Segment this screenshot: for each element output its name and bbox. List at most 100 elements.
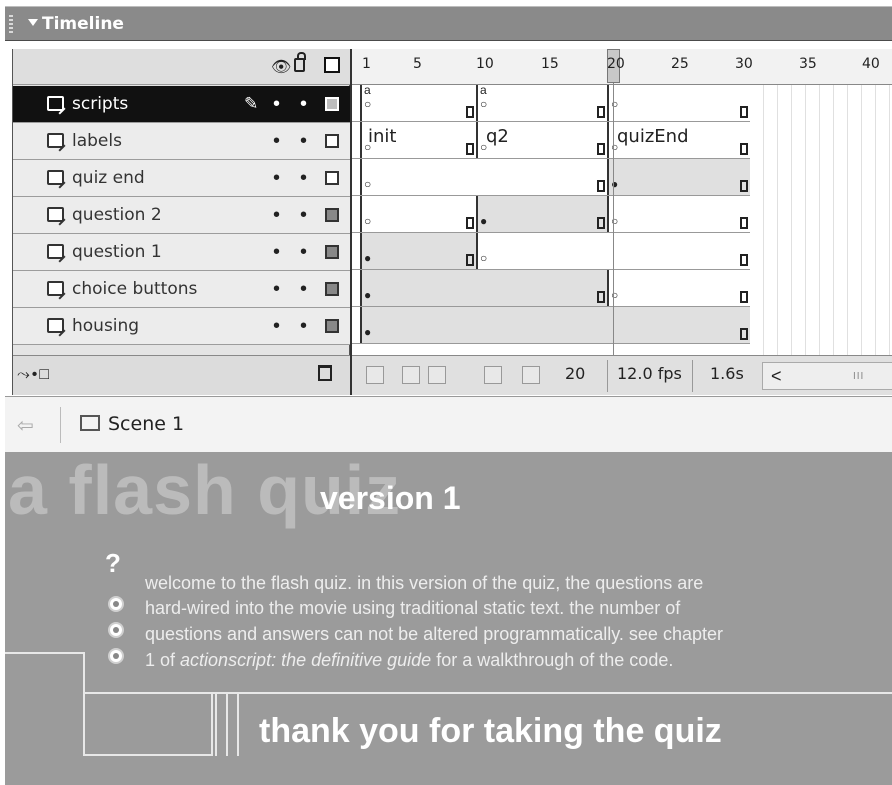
visibility-dot[interactable]: • xyxy=(273,278,280,301)
visibility-dot[interactable]: • xyxy=(273,204,280,227)
visibility-dot[interactable]: • xyxy=(273,93,280,116)
visibility-dot[interactable]: • xyxy=(273,241,280,264)
frame-label-quizend: quizEnd xyxy=(617,126,689,147)
layer-name: choice buttons xyxy=(72,279,198,299)
center-frame-icon[interactable] xyxy=(366,366,384,384)
visibility-dot[interactable]: • xyxy=(273,130,280,153)
lock-icon[interactable] xyxy=(294,52,306,72)
layer-name: labels xyxy=(72,131,122,151)
keyframe-filled: ● xyxy=(364,325,372,339)
keyframe-empty: ○ xyxy=(480,251,488,265)
frame-span[interactable]: ● xyxy=(360,233,476,269)
frame-span[interactable]: ○ xyxy=(360,159,607,195)
radio-button[interactable] xyxy=(108,596,124,612)
end-frame-marker xyxy=(466,254,474,266)
keyframe-empty: ○ xyxy=(364,177,372,191)
frame-label-q2: q2 xyxy=(486,126,509,147)
collapse-arrow-icon[interactable] xyxy=(28,19,38,26)
outline-toggle[interactable] xyxy=(325,97,339,111)
visibility-dot[interactable]: • xyxy=(273,167,280,190)
add-layer-icon[interactable]: ⤳•□ xyxy=(17,366,51,384)
keyframe-filled: ● xyxy=(364,288,372,302)
layer-row-question-1[interactable]: question 1 • • xyxy=(13,234,351,271)
scene-bar: ⇦ Scene 1 xyxy=(5,396,892,452)
layer-row-scripts[interactable]: scripts ✎ • • xyxy=(13,86,351,123)
end-frame-marker xyxy=(740,254,748,266)
onion-skin-outlines-icon[interactable] xyxy=(428,366,446,384)
outline-toggle[interactable] xyxy=(325,245,339,259)
lock-dot[interactable]: • xyxy=(300,167,307,190)
outline-toggle[interactable] xyxy=(325,282,339,296)
empty-frames-grid[interactable] xyxy=(750,85,892,357)
onion-skin-icon[interactable] xyxy=(402,366,420,384)
stage[interactable]: a flash quiz version 1 ? welcome to the … xyxy=(5,452,892,785)
outline-toggle[interactable] xyxy=(325,319,339,333)
end-frame-marker xyxy=(597,291,605,303)
frame-row-housing[interactable]: ● xyxy=(352,307,750,344)
layer-row-labels[interactable]: labels • • xyxy=(13,123,351,160)
frame-row-question-1[interactable]: ● ○ xyxy=(352,233,750,270)
intro-text-prefix: 1 of xyxy=(145,650,181,670)
frame-span[interactable]: ● xyxy=(360,270,607,306)
lock-dot[interactable]: • xyxy=(300,130,307,153)
ruler-tick: 1 xyxy=(362,56,371,72)
layer-list: 👁 scripts ✎ • • labels • • quiz end • • … xyxy=(12,49,351,395)
radio-button[interactable] xyxy=(108,622,124,638)
end-frame-marker xyxy=(740,180,748,192)
eye-icon[interactable]: 👁 xyxy=(271,57,291,77)
radio-button[interactable] xyxy=(108,648,124,664)
frame-row-labels[interactable]: init ○ q2 ○ quizEnd ○ xyxy=(352,122,750,159)
lock-dot[interactable]: • xyxy=(300,278,307,301)
scroll-left-arrow-icon[interactable]: < xyxy=(771,366,782,387)
action-marker: a xyxy=(480,83,487,97)
frame-ruler[interactable]: 1 5 10 15 20 25 30 35 40 xyxy=(352,49,892,85)
back-arrow-icon[interactable]: ⇦ xyxy=(17,413,34,438)
end-frame-marker xyxy=(740,328,748,340)
frames-area: 1 5 10 15 20 25 30 35 40 a ○ a ○ ○ init … xyxy=(350,49,892,395)
ruler-tick: 40 xyxy=(862,56,880,72)
layer-row-housing[interactable]: housing • • xyxy=(13,308,351,345)
outline-toggle[interactable] xyxy=(325,134,339,148)
decorative-bars xyxy=(215,694,239,756)
lock-dot[interactable]: • xyxy=(300,315,307,338)
timeline-panel-header[interactable]: Timeline xyxy=(5,6,892,41)
frame-span[interactable]: q2 ○ xyxy=(476,122,607,158)
frame-span[interactable]: ○ xyxy=(607,196,750,232)
frame-span[interactable]: ● xyxy=(607,159,750,195)
horizontal-scrollbar[interactable]: < III xyxy=(762,362,892,390)
visibility-dot[interactable]: • xyxy=(273,315,280,338)
edit-multiple-frames-icon[interactable] xyxy=(484,366,502,384)
modify-onion-markers-icon[interactable] xyxy=(522,366,540,384)
frame-span[interactable]: a ○ xyxy=(360,83,476,121)
frame-span[interactable]: ○ xyxy=(360,196,476,232)
frame-span[interactable]: init ○ xyxy=(360,122,476,158)
ruler-tick: 15 xyxy=(541,56,559,72)
lock-dot[interactable]: • xyxy=(300,241,307,264)
frame-span[interactable]: ○ xyxy=(607,270,750,306)
outline-icon[interactable] xyxy=(324,57,340,73)
trash-icon[interactable] xyxy=(318,365,332,381)
outline-toggle[interactable] xyxy=(325,208,339,222)
lock-dot[interactable]: • xyxy=(300,204,307,227)
outline-toggle[interactable] xyxy=(325,171,339,185)
frame-span[interactable]: ● xyxy=(360,307,750,343)
end-frame-marker xyxy=(597,143,605,155)
frame-span[interactable]: ● xyxy=(476,196,607,232)
frame-span[interactable]: quizEnd ○ xyxy=(607,122,750,158)
frame-row-quiz-end[interactable]: ○ ● xyxy=(352,159,750,196)
scene-label[interactable]: Scene 1 xyxy=(108,413,184,435)
intro-text-suffix: for a walkthrough of the code. xyxy=(431,650,674,670)
frame-span[interactable]: ○ xyxy=(607,85,750,121)
frame-row-scripts[interactable]: a ○ a ○ ○ xyxy=(352,83,750,122)
layer-row-quiz-end[interactable]: quiz end • • xyxy=(13,160,351,197)
layer-row-choice-buttons[interactable]: choice buttons • • xyxy=(13,271,351,308)
frame-span[interactable]: a ○ xyxy=(476,83,607,121)
layer-row-question-2[interactable]: question 2 • • xyxy=(13,197,351,234)
panel-grip-handle[interactable] xyxy=(9,15,13,35)
frame-row-choice-buttons[interactable]: ● ○ xyxy=(352,270,750,307)
version-label: version 1 xyxy=(320,480,461,516)
lock-dot[interactable]: • xyxy=(300,93,307,116)
frame-row-question-2[interactable]: ○ ● ○ xyxy=(352,196,750,233)
scroll-thumb[interactable]: III xyxy=(853,371,864,382)
divider xyxy=(607,360,608,392)
